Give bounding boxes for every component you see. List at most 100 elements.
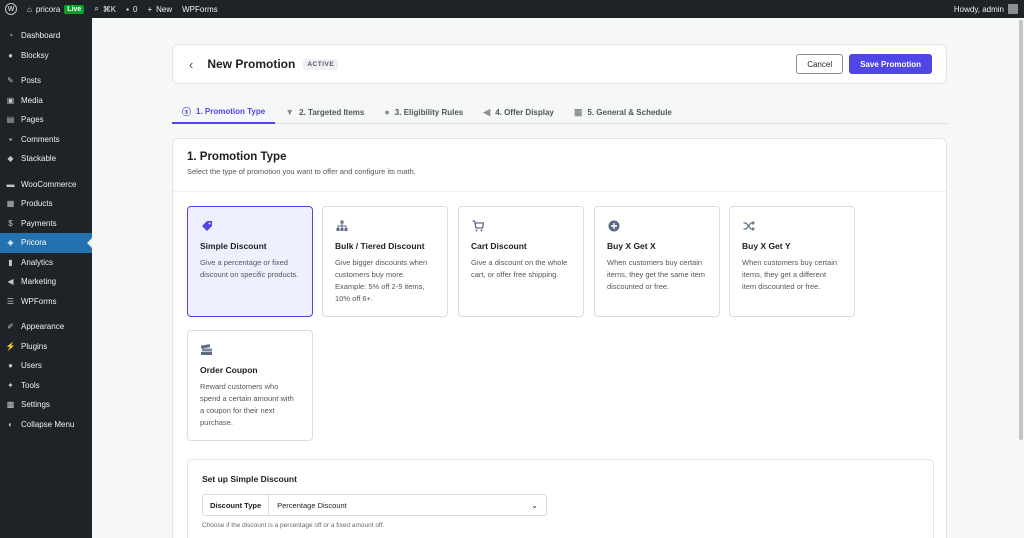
search-icon: ⌕: [94, 4, 99, 13]
sidebar-item-label: Products: [21, 199, 53, 209]
back-chevron-icon[interactable]: ‹: [189, 57, 193, 72]
new-content-link[interactable]: + New: [147, 0, 172, 18]
main-content: ‹ New Promotion ACTIVE Cancel Save Promo…: [92, 18, 1024, 538]
site-name-link[interactable]: ⌂ pricora Live: [27, 0, 85, 18]
comments-link[interactable]: ▪ 0: [126, 0, 137, 18]
comment-icon: ▪: [9, 134, 12, 144]
sidebar-item-label: Dashboard: [21, 31, 61, 41]
megaphone-icon: ◀: [483, 106, 491, 117]
tag-icon: [200, 219, 214, 233]
type-card-title: Simple Discount: [200, 241, 267, 251]
divider: [173, 191, 946, 192]
filter-icon: ▼: [285, 107, 295, 117]
live-badge: Live: [64, 4, 85, 14]
type-card-title: Order Coupon: [200, 365, 258, 375]
type-card-buy-x-get-x[interactable]: Buy X Get X When customers buy certain i…: [594, 206, 720, 317]
section-title: 1. Promotion Type: [187, 151, 287, 163]
command-palette-button[interactable]: ⌕ ⌘K: [94, 0, 116, 18]
discount-type-select[interactable]: Discount Type Percentage Discount ⌄: [202, 494, 547, 516]
scrollbar-thumb[interactable]: [1019, 20, 1023, 440]
sidebar-item-label: Analytics: [21, 257, 54, 267]
comment-icon: ▪: [126, 4, 129, 14]
type-card-title: Buy X Get Y: [742, 241, 791, 251]
sidebar-item-label: Stackable: [21, 154, 57, 164]
blocksy-icon: ●: [8, 50, 13, 60]
discount-type-help: Choose if the discount is a percentage o…: [202, 522, 385, 529]
shortcut-label: ⌘K: [102, 4, 117, 14]
sidebar-item-woocommerce[interactable]: ▬ WooCommerce: [0, 175, 92, 195]
page-icon: ▤: [6, 115, 15, 125]
sidebar-item-payments[interactable]: $ Payments: [0, 214, 92, 234]
type-card-simple-discount[interactable]: Simple Discount Give a percentage or fix…: [187, 206, 313, 317]
type-card-order-coupon[interactable]: Order Coupon Reward customers who spend …: [187, 330, 313, 441]
avatar: [1008, 4, 1018, 14]
sidebar-item-stackable[interactable]: ◆ Stackable: [0, 149, 92, 169]
comments-count: 0: [132, 4, 138, 14]
settings-icon: ▩: [6, 400, 15, 410]
sidebar-item-appearance[interactable]: ✐ Appearance: [0, 317, 92, 337]
cancel-button[interactable]: Cancel: [796, 54, 844, 74]
tab-eligibility-rules[interactable]: ● 3. Eligibility Rules: [374, 100, 473, 124]
type-card-bulk-tiered[interactable]: Bulk / Tiered Discount Give bigger disco…: [322, 206, 448, 317]
sidebar-item-products[interactable]: ▦ Products: [0, 194, 92, 214]
sidebar-item-blocksy[interactable]: ● Blocksy: [0, 46, 92, 66]
sidebar-item-label: Pricora: [21, 238, 47, 248]
tab-label: 1. Promotion Type: [196, 106, 266, 116]
admin-bar: W ⌂ pricora Live ⌕ ⌘K ▪ 0 + New WPForms …: [0, 0, 1024, 18]
sidebar-item-pricora[interactable]: ◈ Pricora: [0, 233, 93, 253]
bar-chart-icon: ▮: [8, 257, 13, 267]
wpforms-label: WPForms: [182, 4, 218, 14]
promotion-header: ‹ New Promotion ACTIVE Cancel Save Promo…: [172, 44, 947, 84]
stackable-icon: ◆: [7, 154, 14, 164]
wordpress-logo-icon[interactable]: W: [5, 3, 17, 15]
sidebar-item-label: Tools: [21, 380, 40, 390]
account-menu[interactable]: Howdy, admin: [954, 4, 1018, 14]
sidebar-item-analytics[interactable]: ▮ Analytics: [0, 253, 92, 273]
tab-offer-display[interactable]: ◀ 4. Offer Display: [473, 100, 564, 124]
type-card-buy-x-get-y[interactable]: Buy X Get Y When customers buy certain i…: [729, 206, 855, 317]
sidebar-item-comments[interactable]: ▪ Comments: [0, 130, 92, 150]
collapse-icon: ◐: [8, 419, 13, 429]
cart-icon: [471, 219, 485, 233]
dollar-icon: $: [8, 218, 13, 228]
sidebar-item-plugins[interactable]: ⚡ Plugins: [0, 337, 92, 357]
plug-icon: ⚡: [5, 341, 16, 351]
type-card-desc: Give a percentage or fixed discount on s…: [200, 258, 299, 279]
tab-general-schedule[interactable]: ▦ 5. General & Schedule: [564, 100, 682, 124]
sidebar-item-label: Comments: [21, 134, 60, 144]
tab-targeted-items[interactable]: ▼ 2. Targeted Items: [275, 100, 374, 124]
page-scrollbar[interactable]: [1018, 18, 1024, 538]
sidebar-item-label: Appearance: [21, 322, 65, 332]
setup-panel: Set up Simple Discount Discount Type Per…: [187, 459, 934, 538]
sidebar-item-label: Pages: [21, 115, 44, 125]
sidebar-item-tools[interactable]: ✦ Tools: [0, 376, 92, 396]
sidebar-item-marketing[interactable]: ◀ Marketing: [0, 272, 92, 292]
type-card-cart-discount[interactable]: Cart Discount Give a discount on the who…: [458, 206, 584, 317]
sidebar-item-pages[interactable]: ▤ Pages: [0, 110, 92, 130]
sidebar-item-dashboard[interactable]: ◔ Dashboard: [0, 26, 92, 46]
tab-label: 2. Targeted Items: [299, 107, 365, 117]
woo-icon: ▬: [6, 179, 15, 189]
pricora-icon: ◈: [7, 238, 14, 248]
sidebar-item-media[interactable]: ▣ Media: [0, 91, 92, 111]
sidebar-item-label: Plugins: [21, 341, 48, 351]
brush-icon: ✐: [7, 322, 14, 332]
wpforms-link[interactable]: WPForms: [182, 0, 218, 18]
promotion-type-card: 1. Promotion Type Select the type of pro…: [172, 138, 947, 538]
tab-label: 5. General & Schedule: [587, 107, 672, 117]
sidebar-item-collapse-menu[interactable]: ◐ Collapse Menu: [0, 415, 92, 435]
coupon-icon: [200, 343, 214, 357]
home-icon: ⌂: [27, 4, 32, 14]
sidebar-item-label: WPForms: [21, 296, 57, 306]
sidebar-item-label: Posts: [21, 76, 42, 86]
tab-promotion-type[interactable]: ⓢ 1. Promotion Type: [172, 100, 276, 124]
calendar-icon: ▦: [573, 106, 583, 117]
sidebar-item-settings[interactable]: ▩ Settings: [0, 395, 92, 415]
sidebar-item-wpforms[interactable]: ☰ WPForms: [0, 292, 92, 312]
discount-type-value: Percentage Discount: [277, 500, 347, 510]
chevron-down-icon: ⌄: [531, 500, 538, 510]
sidebar-item-label: Blocksy: [21, 50, 49, 60]
sidebar-item-users[interactable]: ● Users: [0, 356, 92, 376]
sidebar-item-posts[interactable]: ✎ Posts: [0, 71, 92, 91]
save-promotion-button[interactable]: Save Promotion: [849, 54, 932, 74]
